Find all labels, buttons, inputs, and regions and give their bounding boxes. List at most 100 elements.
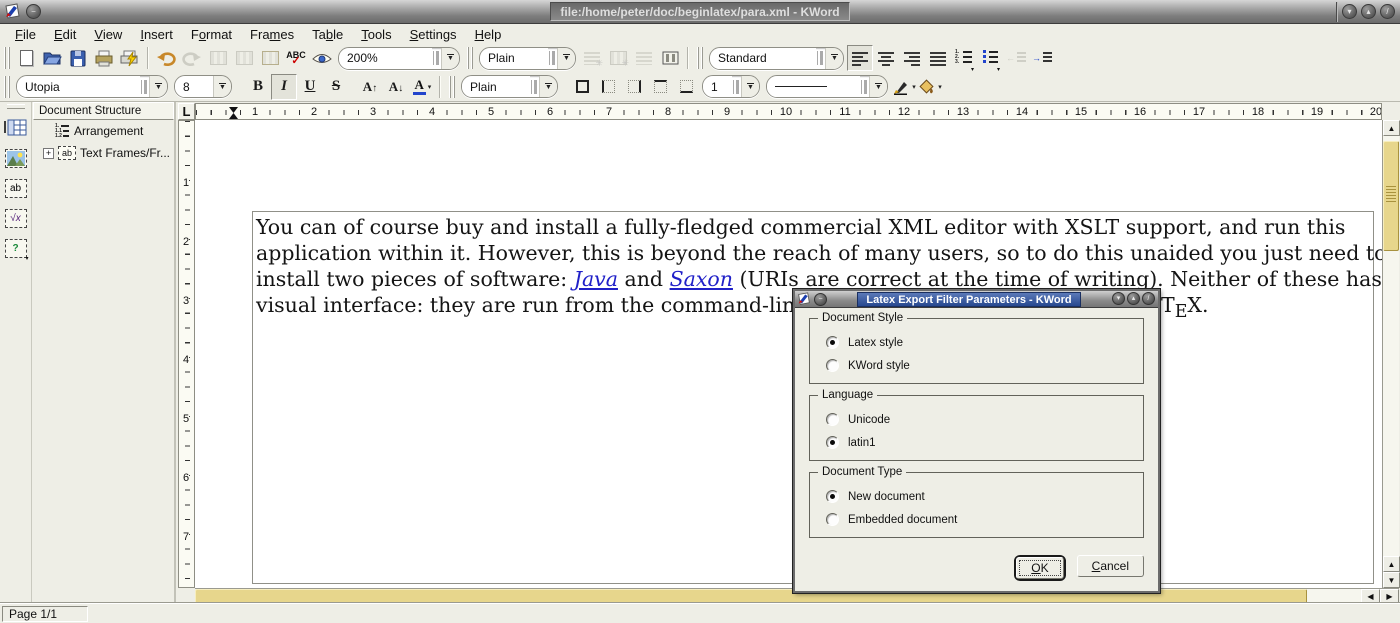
radio-embedded-document[interactable]: Embedded document	[820, 508, 1133, 531]
text-color-dropdown[interactable]: ▾	[428, 83, 432, 91]
font-size-down-button[interactable]: A↓	[383, 74, 409, 100]
border-style-combo[interactable]: ▼	[766, 75, 888, 98]
border-style-combo-arrow[interactable]: ▼	[869, 76, 887, 97]
border-top-button[interactable]	[647, 74, 673, 100]
print-button[interactable]	[91, 45, 117, 71]
border-outline-button[interactable]	[569, 74, 595, 100]
font-family-combo-arrow[interactable]: ▼	[149, 76, 167, 97]
increase-indent-button[interactable]: →	[1029, 45, 1055, 71]
align-justify-button[interactable]	[925, 45, 951, 71]
menu-frames[interactable]: Frames	[241, 26, 303, 43]
scroll-up-button-2[interactable]: ▲	[1383, 556, 1400, 572]
insert-formula-button[interactable]: √x	[3, 205, 29, 231]
style-tool-button-3[interactable]	[631, 45, 657, 71]
frame-style-value[interactable]: Plain	[462, 76, 530, 97]
style-template-value[interactable]: Standard	[710, 48, 816, 69]
scroll-up-button[interactable]: ▲	[1383, 120, 1400, 136]
close-button[interactable]: /	[1380, 4, 1395, 19]
background-color-dropdown[interactable]: ▾	[938, 83, 942, 91]
italic-button[interactable]: I	[271, 74, 297, 100]
open-document-button[interactable]	[39, 45, 65, 71]
minimize-button[interactable]: ▾	[1342, 4, 1357, 19]
menu-tools[interactable]: Tools	[352, 26, 400, 43]
paragraph-style-combo-arrow[interactable]: ▼	[557, 48, 575, 69]
scroll-right-button[interactable]: ▶	[1380, 589, 1399, 604]
style-tool-button-2[interactable]: ✳	[605, 45, 631, 71]
border-bottom-button[interactable]	[673, 74, 699, 100]
border-width-combo-arrow[interactable]: ▼	[741, 76, 759, 97]
maximize-button[interactable]: ▴	[1361, 4, 1376, 19]
toolbar-handle[interactable]	[4, 47, 10, 69]
tree-item-arrangement[interactable]: 1. 1.1 1.2 Arrangement	[33, 120, 174, 142]
preview-eye-button[interactable]	[309, 45, 335, 71]
menu-insert[interactable]: Insert	[131, 26, 182, 43]
border-width-combo[interactable]: 1 ▼	[702, 75, 760, 98]
border-style-value[interactable]	[767, 76, 860, 97]
ok-button[interactable]: OK	[1016, 557, 1063, 579]
redo-button[interactable]	[179, 45, 205, 71]
zoom-combo[interactable]: 200% ▼	[338, 47, 460, 70]
undo-button[interactable]	[153, 45, 179, 71]
font-family-combo[interactable]: Utopia ▼	[16, 75, 168, 98]
insert-picture-button[interactable]	[3, 145, 29, 171]
menu-settings[interactable]: Settings	[401, 26, 466, 43]
dialog-maximize-button[interactable]: ▴	[1127, 292, 1140, 305]
toolbar-handle[interactable]	[449, 76, 455, 98]
menu-help[interactable]: Help	[466, 26, 511, 43]
frame-style-combo[interactable]: Plain ▼	[461, 75, 558, 98]
insert-text-frame-button[interactable]: ab	[3, 175, 29, 201]
new-document-button[interactable]	[13, 45, 39, 71]
menu-view[interactable]: View	[85, 26, 131, 43]
vertical-scrollbar-thumb[interactable]	[1383, 141, 1399, 251]
radio-new-document[interactable]: New document	[820, 485, 1133, 508]
tree-expander[interactable]: +	[43, 148, 54, 159]
toolbar-handle[interactable]	[4, 76, 10, 98]
strikethrough-button[interactable]: S	[323, 74, 349, 100]
insert-object-button[interactable]: ? ▾	[3, 235, 29, 261]
radio-latex-style[interactable]: Latex style	[820, 331, 1133, 354]
toolbar-handle[interactable]	[697, 47, 703, 69]
border-color-button[interactable]: ▾	[891, 74, 917, 100]
font-size-value[interactable]: 8	[175, 76, 213, 97]
align-right-button[interactable]	[899, 45, 925, 71]
insert-table-button[interactable]	[3, 115, 29, 141]
style-template-combo[interactable]: Standard ▼	[709, 47, 844, 70]
radio-unicode[interactable]: Unicode	[820, 408, 1133, 431]
print-preview-button[interactable]	[117, 45, 143, 71]
vertical-scrollbar[interactable]: ▲ ▲ ▼	[1382, 120, 1399, 588]
align-left-button[interactable]	[847, 45, 873, 71]
scroll-left-button[interactable]: ◀	[1361, 589, 1380, 604]
font-size-up-button[interactable]: A↑	[357, 74, 383, 100]
menu-edit[interactable]: Edit	[45, 26, 85, 43]
columns-button[interactable]	[657, 45, 683, 71]
ruler-cursor-marker[interactable]	[229, 107, 238, 119]
border-width-value[interactable]: 1	[703, 76, 732, 97]
frame-tool-button-1[interactable]	[205, 45, 231, 71]
bullet-list-button[interactable]: ▾	[977, 45, 1003, 71]
bold-button[interactable]: B	[245, 74, 271, 100]
link-saxon[interactable]: Saxon	[670, 267, 733, 291]
background-color-button[interactable]: ▾	[917, 74, 943, 100]
palette-handle[interactable]	[7, 104, 25, 109]
decrease-indent-button[interactable]: ←	[1003, 45, 1029, 71]
text-color-button[interactable]: A ▾	[409, 74, 435, 100]
radio-latin1[interactable]: latin1	[820, 431, 1133, 454]
border-right-button[interactable]	[621, 74, 647, 100]
dialog-minimize-button[interactable]: ▾	[1112, 292, 1125, 305]
paragraph-style-combo[interactable]: Plain ▼	[479, 47, 576, 70]
frame-style-combo-arrow[interactable]: ▼	[539, 76, 557, 97]
font-family-value[interactable]: Utopia	[17, 76, 140, 97]
border-left-button[interactable]	[595, 74, 621, 100]
paragraph-style-value[interactable]: Plain	[480, 48, 548, 69]
link-java[interactable]: Java	[574, 267, 618, 291]
sticky-button[interactable]: −	[26, 4, 41, 19]
toolbar-handle[interactable]	[467, 47, 473, 69]
menu-format[interactable]: Format	[182, 26, 241, 43]
cancel-button[interactable]: Cancel	[1077, 555, 1144, 577]
underline-button[interactable]: U	[297, 74, 323, 100]
zoom-value[interactable]: 200%	[339, 48, 432, 69]
dialog-close-button[interactable]: /	[1142, 292, 1155, 305]
border-color-dropdown[interactable]: ▾	[912, 83, 916, 91]
menu-table[interactable]: Table	[303, 26, 352, 43]
style-tool-button-1[interactable]: ✳	[579, 45, 605, 71]
